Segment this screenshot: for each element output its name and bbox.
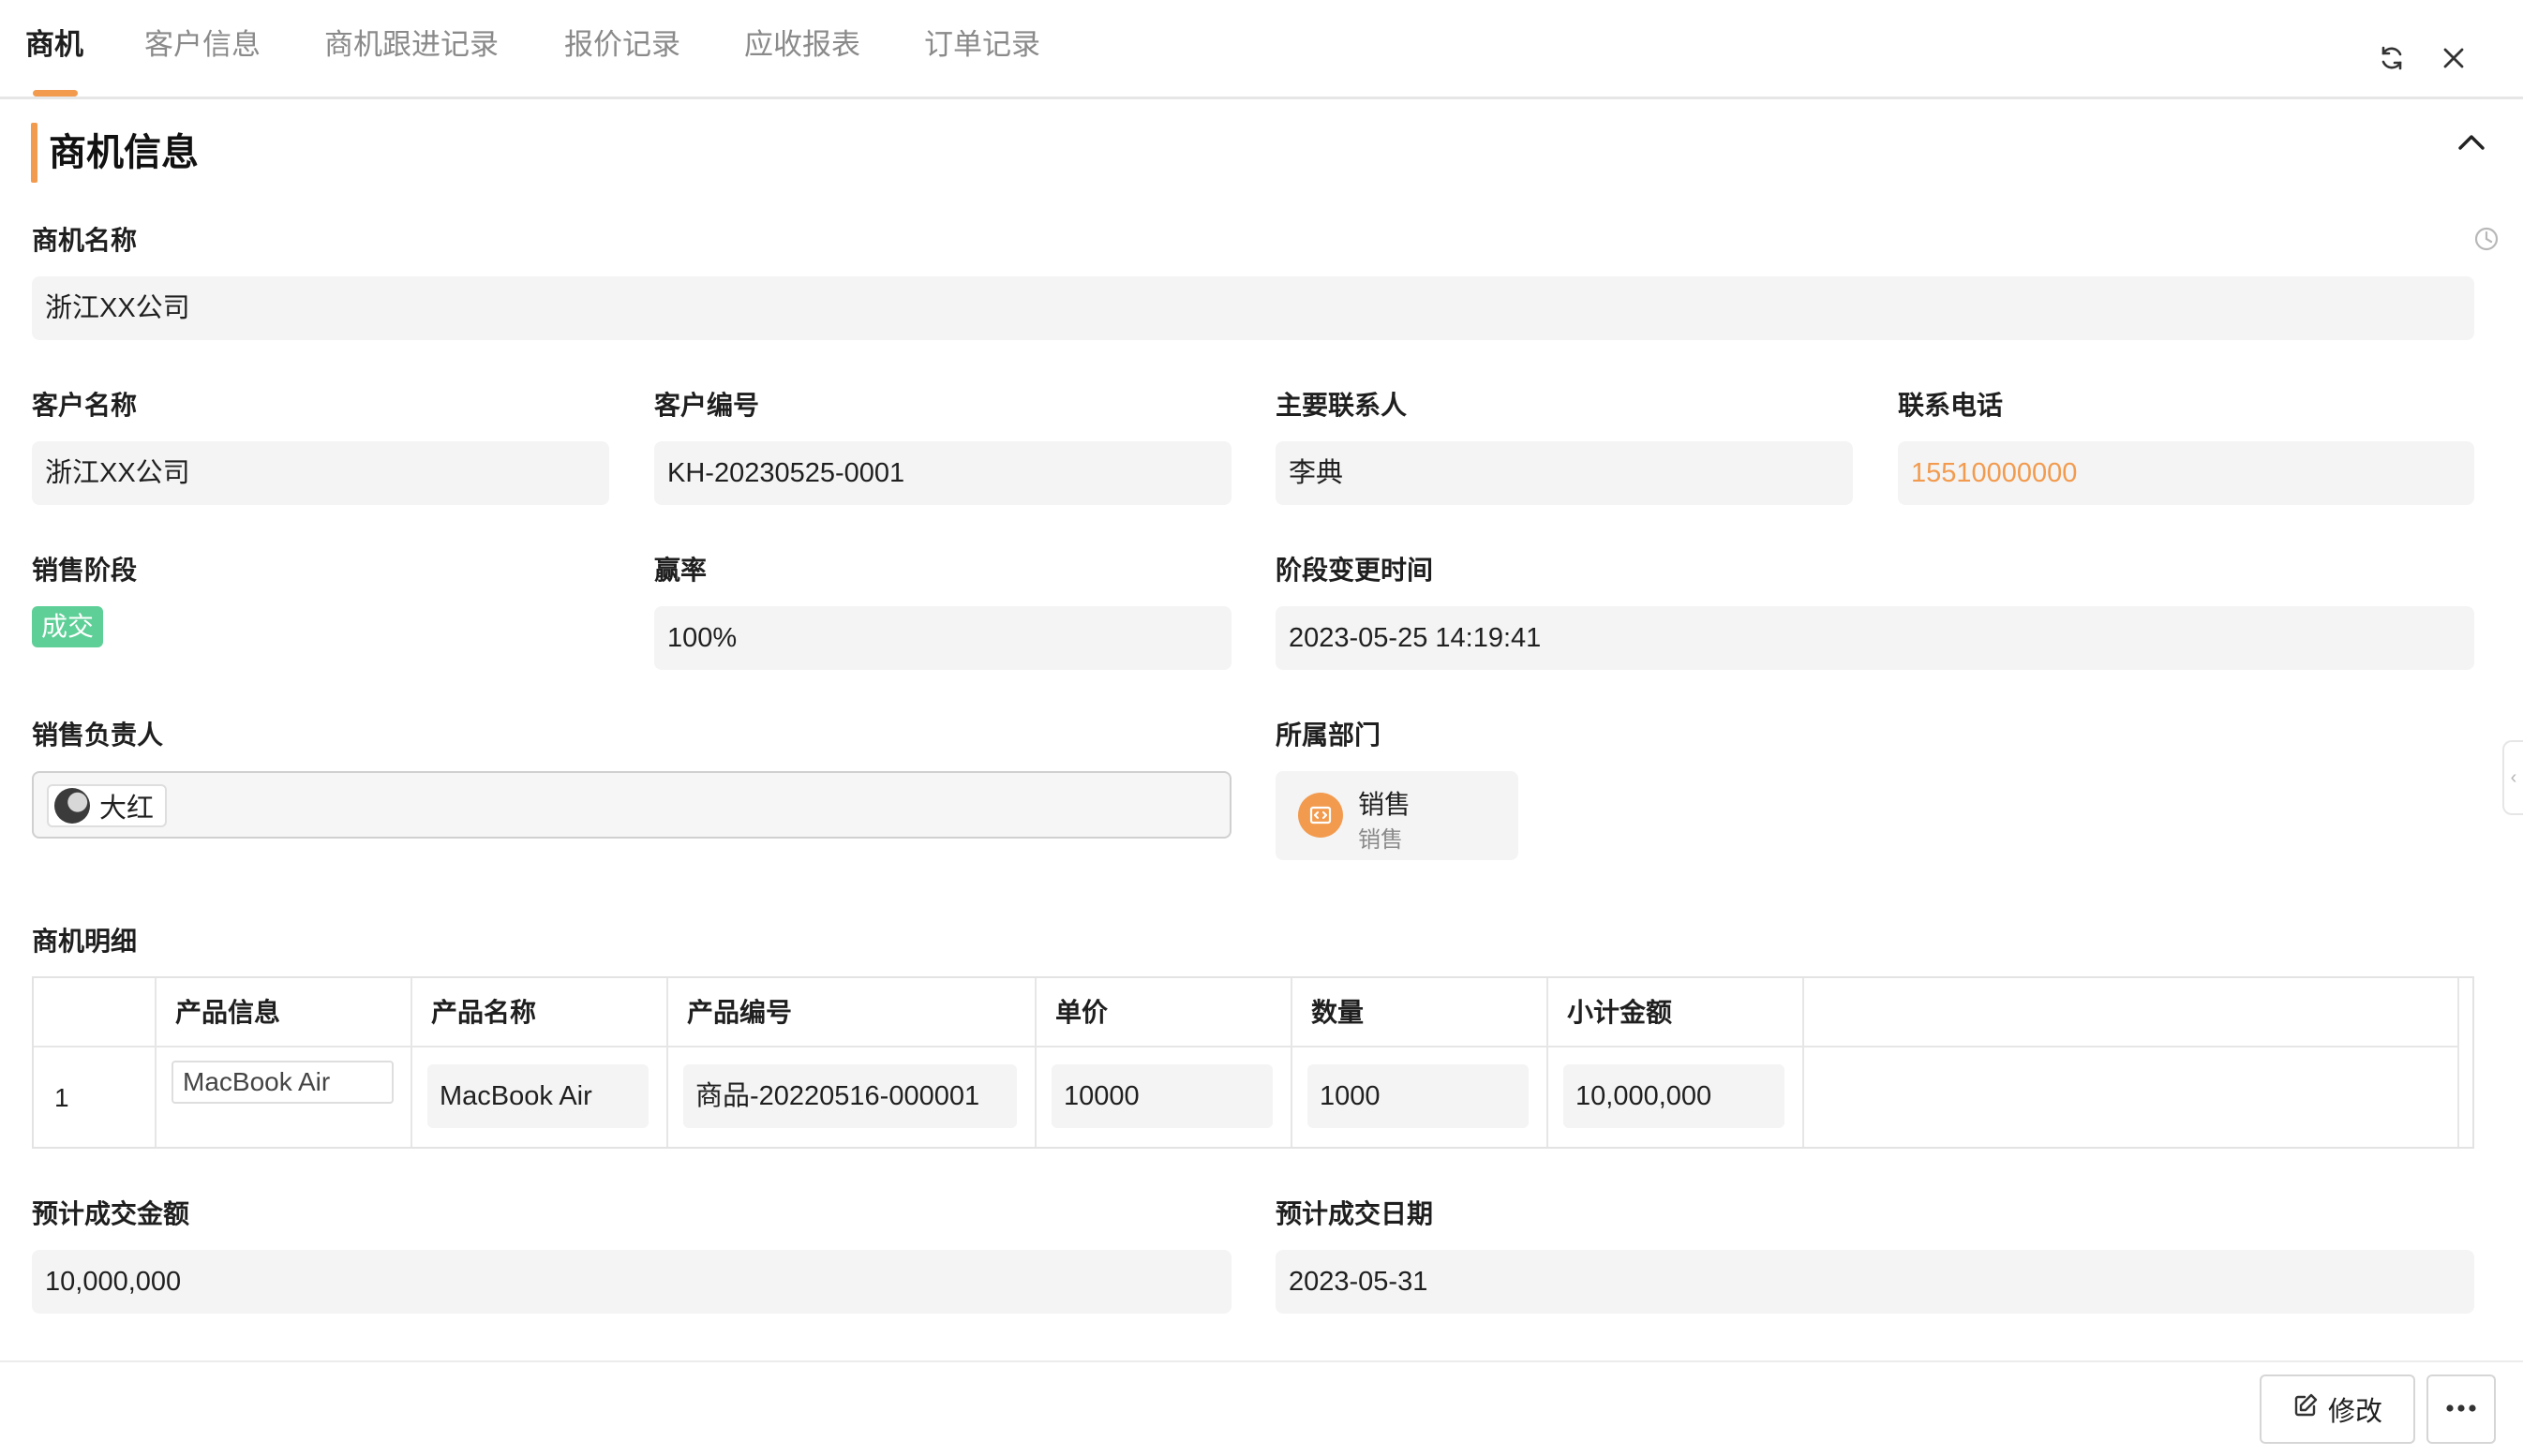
stage-change-time-label: 阶段变更时间 [1276, 556, 1434, 585]
expected-date-label: 预计成交日期 [1276, 1199, 1434, 1228]
section-title: 商机信息 [49, 132, 199, 173]
opportunity-name-field[interactable]: 浙江XX公司 [32, 276, 2474, 340]
table-header-product-name: 产品名称 [412, 978, 668, 1047]
quantity-cell: 1000 [1292, 1047, 1548, 1147]
table-header-unit-price: 单价 [1037, 978, 1292, 1047]
tab-bar: 商机 客户信息 商机跟进记录 报价记录 应收报表 订单记录 [0, 0, 2523, 99]
product-name-field[interactable]: MacBook Air [427, 1064, 649, 1128]
table-header-subtotal: 小计金额 [1548, 978, 1804, 1047]
win-rate-field[interactable]: 100% [654, 606, 1232, 670]
table-header-product-no: 产品编号 [668, 978, 1037, 1047]
table-header-quantity: 数量 [1292, 978, 1548, 1047]
opportunity-detail-page: 商机 客户信息 商机跟进记录 报价记录 应收报表 订单记录 商机信息 商机名称 [0, 0, 2523, 1456]
close-icon[interactable] [2435, 39, 2472, 77]
tab-receivable-report[interactable]: 应收报表 [744, 26, 860, 64]
customer-name-field[interactable]: 浙江XX公司 [32, 441, 609, 505]
detail-label: 商机明细 [32, 927, 138, 956]
contact-label: 主要联系人 [1276, 391, 1408, 420]
product-no-field[interactable]: 商品-20220516-000001 [683, 1064, 1017, 1128]
tab-customer-info[interactable]: 客户信息 [144, 26, 261, 64]
subtotal-field[interactable]: 10,000,000 [1563, 1064, 1784, 1128]
expected-amount-label: 预计成交金额 [32, 1199, 190, 1228]
phone-label: 联系电话 [1898, 391, 2004, 420]
tab-order-records[interactable]: 订单记录 [924, 26, 1040, 64]
win-rate-label: 赢率 [654, 556, 708, 585]
product-info-picker[interactable]: MacBook Air [172, 1061, 394, 1104]
unit-price-field[interactable]: 10000 [1052, 1064, 1273, 1128]
opportunity-name-label: 商机名称 [32, 226, 138, 255]
expected-date-field[interactable]: 2023-05-31 [1276, 1250, 2474, 1314]
customer-no-field[interactable]: KH-20230525-0001 [654, 441, 1232, 505]
stage-change-time-field[interactable]: 2023-05-25 14:19:41 [1276, 606, 2474, 670]
tab-quote-records[interactable]: 报价记录 [564, 26, 680, 64]
table-header-blank [1804, 978, 2459, 1047]
customer-no-label: 客户编号 [654, 391, 760, 420]
active-tab-indicator [33, 90, 78, 97]
phone-field[interactable]: 15510000000 [1898, 441, 2474, 505]
subtotal-cell: 10,000,000 [1548, 1047, 1804, 1147]
contact-field[interactable]: 李典 [1276, 441, 1853, 505]
edit-button[interactable]: 修改 [2260, 1374, 2415, 1444]
history-icon[interactable] [2472, 225, 2501, 253]
owner-chip[interactable]: 大红 [47, 784, 168, 827]
footer-divider [0, 1360, 2523, 1362]
chevron-up-icon[interactable] [2456, 131, 2493, 161]
department-subtitle: 销售 [1358, 827, 1403, 853]
section-accent-bar [31, 123, 37, 183]
table-header-index [34, 978, 157, 1047]
owner-field[interactable]: 大红 [32, 771, 1232, 839]
stage-label: 销售阶段 [32, 556, 138, 585]
edit-button-label: 修改 [2327, 1397, 2382, 1427]
tab-followup-records[interactable]: 商机跟进记录 [324, 26, 499, 64]
table-header-product-info: 产品信息 [157, 978, 412, 1047]
customer-name-label: 客户名称 [32, 391, 138, 420]
more-button[interactable] [2426, 1374, 2496, 1444]
refresh-icon[interactable] [2373, 39, 2411, 77]
quantity-field[interactable]: 1000 [1307, 1064, 1529, 1128]
blank-cell [1804, 1047, 2459, 1147]
department-name: 销售 [1358, 790, 1411, 819]
row-index: 1 [54, 1083, 69, 1112]
stage-badge: 成交 [32, 606, 104, 647]
expected-amount-field[interactable]: 10,000,000 [32, 1250, 1232, 1314]
product-name-cell: MacBook Air [412, 1047, 668, 1147]
avatar [54, 788, 90, 824]
detail-table: 产品信息 产品名称 产品编号 单价 数量 小计金额 1 MacBook Air … [32, 976, 2474, 1149]
department-label: 所属部门 [1276, 721, 1381, 750]
department-icon [1298, 793, 1343, 838]
department-card[interactable]: 销售 销售 [1276, 771, 1518, 860]
side-panel-handle[interactable]: ‹ [2502, 740, 2523, 815]
owner-label: 销售负责人 [32, 721, 164, 750]
edit-icon [2292, 1392, 2319, 1426]
tab-opportunity[interactable]: 商机 [25, 26, 83, 64]
product-info-cell: MacBook Air [157, 1047, 412, 1147]
owner-name: 大红 [99, 794, 155, 824]
product-no-cell: 商品-20220516-000001 [668, 1047, 1037, 1147]
more-icon [2444, 1401, 2478, 1418]
unit-price-cell: 10000 [1037, 1047, 1292, 1147]
row-index-cell: 1 [34, 1047, 157, 1147]
